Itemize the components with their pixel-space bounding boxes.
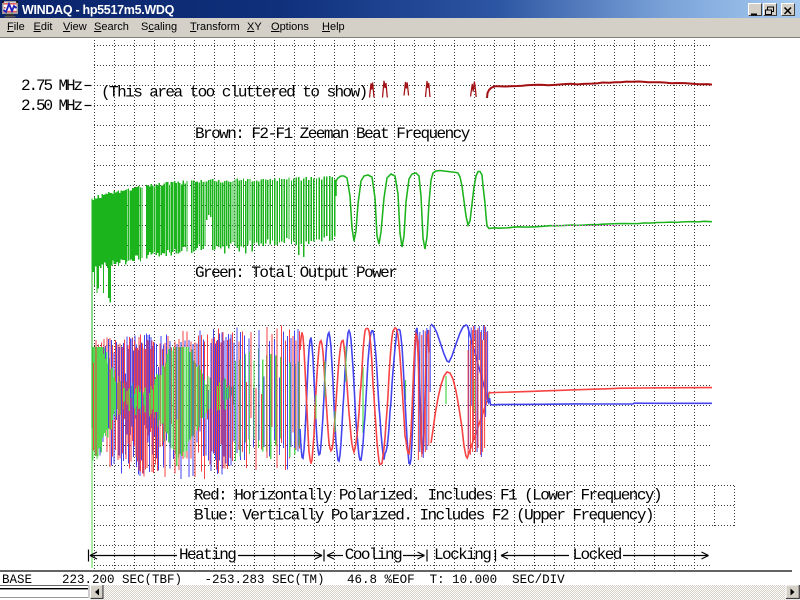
svg-text:Locking: Locking <box>434 546 491 564</box>
svg-text:Cooling: Cooling <box>345 546 402 564</box>
svg-text:Blue: Vertically Polarized. In: Blue: Vertically Polarized. Includes F2 … <box>194 507 653 525</box>
svg-text:Green: Total Output Power: Green: Total Output Power <box>195 264 397 282</box>
svg-text:Brown: F2-F1 Zeeman Beat Frequ: Brown: F2-F1 Zeeman Beat Frequency <box>195 125 471 143</box>
svg-text:Heating: Heating <box>179 546 236 564</box>
svg-text:2.75 MHz: 2.75 MHz <box>21 77 83 95</box>
svg-text:(This area too cluttered to sh: (This area too cluttered to show) <box>101 84 367 102</box>
svg-text:2.50 MHz: 2.50 MHz <box>21 97 83 115</box>
svg-text:Locked: Locked <box>573 546 622 564</box>
svg-text:Red: Horizontally Polarized. I: Red: Horizontally Polarized. Includes F1… <box>194 487 661 505</box>
